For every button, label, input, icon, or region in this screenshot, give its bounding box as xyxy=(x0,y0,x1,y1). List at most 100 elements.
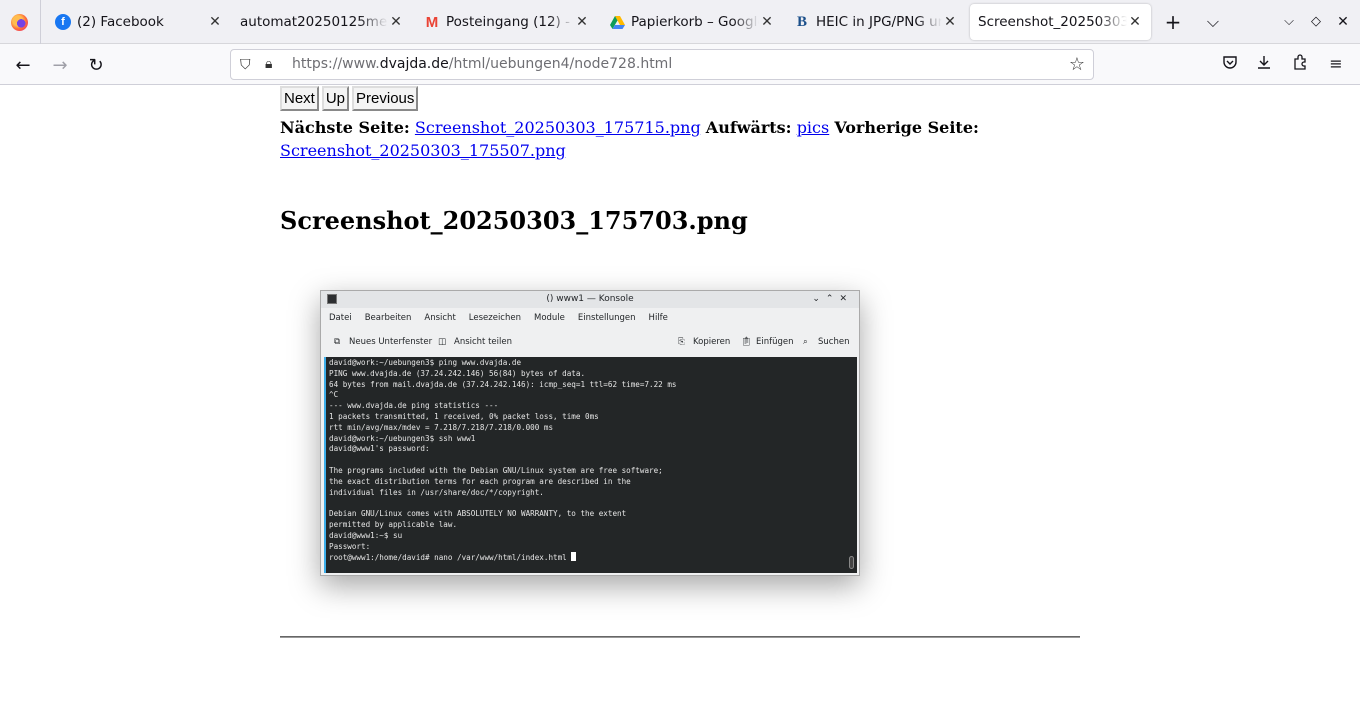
terminal-line: david@work:~/uebungen3$ ping www.dvajda.… xyxy=(329,358,522,367)
next-button[interactable]: Next xyxy=(280,86,319,111)
previous-page-label: Vorherige Seite: xyxy=(834,118,979,137)
back-button[interactable]: ← xyxy=(10,52,36,78)
terminal-line: Debian GNU/Linux comes with ABSOLUTELY N… xyxy=(329,509,627,519)
tracking-protection-shield-icon[interactable]: ⛉ xyxy=(240,57,251,73)
tab-title: Papierkorb – Google xyxy=(631,14,759,30)
next-page-link[interactable]: Screenshot_20250303_175715.png xyxy=(415,118,701,137)
terminal-scrollbar xyxy=(849,556,854,569)
address-bar[interactable]: ⛉ 🔒︎ https://www.dvajda.de/html/uebungen… xyxy=(230,49,1094,80)
tab-facebook[interactable]: f (2) Facebook ✕ xyxy=(55,4,223,40)
latex2html-navigation: Next Up Previous xyxy=(280,86,1080,111)
previous-page-link[interactable]: Screenshot_20250303_175507.png xyxy=(280,141,566,160)
up-link[interactable]: pics xyxy=(797,118,830,137)
tab-close-icon[interactable]: ✕ xyxy=(1127,14,1143,30)
facebook-icon: f xyxy=(55,14,71,30)
lock-icon[interactable]: 🔒︎ xyxy=(265,56,272,72)
url-text[interactable]: https://www.dvajda.de/html/uebungen4/nod… xyxy=(292,56,672,72)
firefox-logo-icon[interactable] xyxy=(11,14,28,31)
tab-close-icon[interactable]: ✕ xyxy=(759,14,775,30)
tab-title: HEIC in JPG/PNG um xyxy=(816,14,942,30)
horizontal-rule xyxy=(280,636,1080,638)
terminal-line: permitted by applicable law. xyxy=(329,519,458,529)
url-path: /html/uebungen4/node728.html xyxy=(448,56,673,72)
konsole-window-title: () www1 — Konsole xyxy=(546,294,634,304)
bookmark-star-icon[interactable]: ☆ xyxy=(1069,54,1085,75)
konsole-app-icon xyxy=(327,294,337,304)
page-content: Next Up Previous Nächste Seite: Screensh… xyxy=(280,85,1080,576)
list-all-tabs-chevron-icon[interactable]: ⌵ xyxy=(1201,10,1225,34)
window-maximize-icon[interactable]: ◇ xyxy=(1304,10,1328,34)
terminal-line: The programs included with the Debian GN… xyxy=(329,465,663,475)
window-close-icon[interactable]: ✕ xyxy=(1331,10,1355,34)
tab-heic[interactable]: B HEIC in JPG/PNG um ✕ xyxy=(794,4,958,40)
konsole-menu-item: Module xyxy=(534,313,565,323)
terminal-line: 1 packets transmitted, 1 received, 0% pa… xyxy=(329,411,599,421)
tab-title: Screenshot_20250303_1 xyxy=(978,14,1127,30)
tab-automat[interactable]: automat20250125mealy ✕ xyxy=(240,4,404,40)
konsole-search-icon: ⌕ xyxy=(803,337,808,347)
konsole-paste-icon: 📋︎ xyxy=(741,337,752,347)
konsole-toolbar: ⧉ Neues Unterfenster ◫ Ansicht teilen ⎘ … xyxy=(321,328,859,356)
heic-converter-icon: B xyxy=(796,13,807,30)
terminal-cursor xyxy=(571,552,577,562)
konsole-screenshot-image: () www1 — Konsole ⌄⌃✕ Datei Bearbeiten A… xyxy=(320,290,860,576)
navigation-bar: ← → ↻ ⛉ 🔒︎ https://www.dvajda.de/html/ue… xyxy=(0,44,1360,85)
tab-title: Posteingang (12) - da xyxy=(446,14,574,30)
url-scheme: https://www. xyxy=(292,56,380,72)
terminal-lines: david@work:~/uebungen3$ ping www.dvajda.… xyxy=(329,358,854,552)
new-tab-button[interactable]: + xyxy=(1161,10,1185,34)
tab-screenshot-active[interactable]: Screenshot_20250303_1 ✕ xyxy=(970,4,1151,40)
konsole-split-view-label: Ansicht teilen xyxy=(454,337,512,347)
terminal-line: --- www.dvajda.de ping statistics --- xyxy=(329,401,499,411)
downloads-icon[interactable] xyxy=(1253,54,1275,74)
google-drive-icon xyxy=(609,14,625,30)
up-label: Aufwärts: xyxy=(705,118,792,137)
tab-title: (2) Facebook xyxy=(77,14,164,30)
tab-title: automat20250125mealy xyxy=(240,14,388,30)
page-title: Screenshot_20250303_175703.png xyxy=(280,206,748,235)
terminal-line: ^C xyxy=(329,390,339,400)
next-page-label: Nächste Seite: xyxy=(280,118,410,137)
terminal-line: individual files in /usr/share/doc/*/cop… xyxy=(329,487,544,497)
konsole-copy-icon: ⎘ xyxy=(678,337,685,347)
tab-google-drive[interactable]: Papierkorb – Google ✕ xyxy=(609,4,775,40)
tab-strip: f (2) Facebook ✕ automat20250125mealy ✕ … xyxy=(0,0,1360,44)
konsole-split-view-icon: ◫ xyxy=(438,337,447,347)
tab-close-icon[interactable]: ✕ xyxy=(207,14,223,30)
konsole-new-tab-icon: ⧉ xyxy=(334,337,341,347)
window-minimize-icon[interactable]: ⌵ xyxy=(1277,10,1301,34)
url-domain: dvajda.de xyxy=(379,56,449,72)
terminal-line: 64 bytes from mail.dvajda.de (37.24.242.… xyxy=(329,379,677,389)
app-menu-hamburger-icon[interactable]: ≡ xyxy=(1325,54,1347,73)
extensions-puzzle-icon[interactable] xyxy=(1289,54,1311,74)
breadcrumb: Nächste Seite: Screenshot_20250303_17571… xyxy=(280,116,1080,162)
konsole-search-label: Suchen xyxy=(818,337,850,347)
konsole-menu-item: Hilfe xyxy=(648,313,668,323)
tab-gmail[interactable]: M Posteingang (12) - da ✕ xyxy=(424,4,590,40)
konsole-copy-label: Kopieren xyxy=(693,337,731,347)
pocket-icon[interactable] xyxy=(1219,54,1241,74)
forward-button[interactable]: → xyxy=(47,52,73,78)
terminal-line: david@www1's password: xyxy=(329,444,430,454)
tab-close-icon[interactable]: ✕ xyxy=(942,14,958,30)
konsole-terminal-output: david@work:~/uebungen3$ ping www.dvajda.… xyxy=(324,357,857,573)
konsole-menubar: Datei Bearbeiten Ansicht Lesezeichen Mod… xyxy=(321,308,859,328)
konsole-menu-item: Ansicht xyxy=(424,313,456,323)
konsole-menu-item: Einstellungen xyxy=(577,313,636,323)
konsole-titlebar: () www1 — Konsole ⌄⌃✕ xyxy=(321,291,859,308)
tab-close-icon[interactable]: ✕ xyxy=(388,14,404,30)
terminal-prompt-line: root@www1:/home/david# nano /var/www/htm… xyxy=(329,553,572,563)
tab-separator xyxy=(40,0,41,44)
terminal-line: Passwort: xyxy=(329,541,371,551)
terminal-line: the exact distribution terms for each pr… xyxy=(329,476,631,486)
terminal-line: PING www.dvajda.de (37.24.242.146) 56(84… xyxy=(329,368,586,378)
terminal-line: rtt min/avg/max/mdev = 7.218/7.218/7.218… xyxy=(329,422,554,432)
previous-button[interactable]: Previous xyxy=(352,86,419,111)
up-button[interactable]: Up xyxy=(321,86,350,111)
terminal-line: david@work:~/uebungen3$ ssh www1 xyxy=(329,433,476,443)
konsole-window-controls-icon: ⌄⌃✕ xyxy=(812,294,853,304)
tab-close-icon[interactable]: ✕ xyxy=(574,14,590,30)
reload-button[interactable]: ↻ xyxy=(83,52,109,78)
